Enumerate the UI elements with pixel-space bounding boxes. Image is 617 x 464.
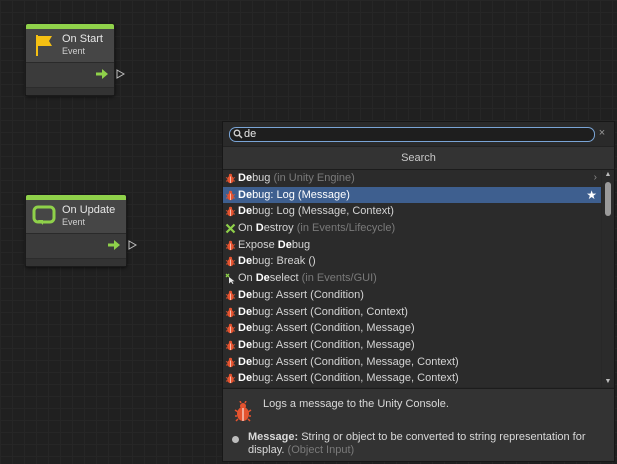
result-item[interactable]: Debug: Assert (Condition, Message) — [223, 337, 601, 354]
result-match: De — [255, 272, 270, 285]
bug-icon — [225, 357, 236, 368]
result-rest: bug: Break () — [252, 255, 316, 268]
update-loop-icon — [32, 205, 56, 225]
result-item[interactable]: Debug: Log (Message, Context) — [223, 203, 601, 220]
on-start-node[interactable]: On Start Event — [25, 23, 115, 96]
bug-icon — [225, 307, 236, 318]
result-match: De — [238, 372, 253, 385]
search-row: × — [223, 122, 614, 146]
result-match: D — [255, 222, 264, 235]
item-description: Logs a message to the Unity Console. — [263, 398, 449, 410]
result-prefix: On — [238, 272, 256, 285]
flow-out-triangle-icon[interactable] — [116, 69, 125, 79]
bug-icon — [225, 190, 236, 201]
control-output-port-icon[interactable] — [108, 240, 120, 250]
result-match: De — [238, 322, 253, 335]
flow-out-triangle-icon[interactable] — [128, 240, 137, 250]
result-match: De — [238, 338, 253, 351]
bug-icon — [225, 290, 236, 301]
result-match: De — [238, 205, 253, 218]
clear-search-icon[interactable]: × — [597, 127, 607, 140]
parameter-bullet — [232, 436, 239, 443]
result-rest: select — [269, 272, 299, 285]
result-rest: bug: Assert (Condition, Context) — [252, 305, 408, 318]
node-subtitle: Event — [62, 46, 86, 56]
results-scrollbar[interactable]: ▲ ▼ — [602, 170, 614, 387]
bug-icon — [225, 173, 236, 184]
search-input[interactable] — [244, 128, 584, 141]
favorite-star-icon[interactable]: ★ — [586, 187, 597, 204]
result-rest: bug: Log (Message) — [252, 188, 350, 201]
parameter-type: (Object Input) — [284, 444, 355, 456]
result-match: De — [238, 305, 253, 318]
detail-pane: Logs a message to the Unity Console. Mes… — [223, 388, 614, 461]
node-body — [26, 63, 114, 87]
bug-icon — [225, 206, 236, 217]
result-rest: bug — [252, 172, 271, 184]
result-match: De — [238, 172, 253, 184]
result-match: De — [238, 288, 253, 301]
result-hint: (in Unity Engine) — [270, 172, 355, 184]
result-prefix: Expose — [238, 238, 278, 251]
result-rest: bug — [291, 238, 311, 251]
bug-icon — [225, 256, 236, 267]
bug-icon — [234, 401, 252, 422]
result-item[interactable]: Debug: Assert (Condition, Message) — [223, 320, 601, 337]
node-header[interactable]: On Start Event — [26, 29, 114, 63]
result-item[interactable]: Expose Debug — [223, 237, 601, 254]
bug-icon — [225, 323, 236, 334]
result-item[interactable]: On Deselect (in Events/GUI) — [223, 270, 601, 287]
results-header: Search — [223, 146, 614, 170]
result-item[interactable]: On Destroy (in Events/Lifecycle) — [223, 220, 601, 237]
on-update-node[interactable]: On Update Event — [25, 194, 127, 267]
search-box[interactable] — [229, 127, 595, 142]
result-match: De — [277, 238, 292, 251]
result-prefix: On — [238, 222, 256, 235]
result-rest: bug: Assert (Condition, Message) — [252, 338, 415, 351]
result-item[interactable]: Debug (in Unity Engine) › — [223, 170, 601, 187]
scroll-up-icon[interactable]: ▲ — [602, 170, 614, 180]
bug-icon — [225, 373, 236, 384]
result-rest: bug: Assert (Condition, Message) — [252, 322, 415, 335]
result-hint: (in Events/Lifecycle) — [293, 222, 396, 235]
bug-icon — [225, 340, 236, 351]
chevron-right-icon[interactable]: › — [594, 170, 597, 187]
lifecycle-icon — [225, 223, 236, 234]
parameter-description: Message: String or object to be converte… — [248, 431, 608, 457]
results-list: Debug (in Unity Engine) › Debug: Log (Mess… — [223, 170, 601, 387]
result-item[interactable]: Debug: Assert (Condition) — [223, 287, 601, 304]
result-rest: estroy — [263, 222, 294, 235]
result-rest: bug: Assert (Condition, Message, Context… — [252, 355, 459, 368]
scrollbar-thumb[interactable] — [605, 182, 611, 216]
result-item[interactable]: Debug: Assert (Condition, Message, Conte… — [223, 354, 601, 371]
node-footer — [26, 87, 114, 95]
result-item[interactable]: Debug: Assert (Condition, Context) — [223, 304, 601, 321]
result-match: De — [238, 255, 253, 268]
parameter-name: Message: — [248, 431, 299, 443]
flag-icon — [36, 35, 52, 56]
result-rest: bug: Log (Message, Context) — [252, 205, 394, 218]
bug-icon — [225, 240, 236, 251]
node-subtitle: Event — [62, 217, 86, 227]
result-hint: (in Events/GUI) — [298, 272, 377, 285]
control-output-port-icon[interactable] — [96, 69, 108, 79]
node-footer — [26, 258, 126, 266]
result-match: De — [238, 188, 253, 201]
node-body — [26, 234, 126, 258]
result-rest: bug: Assert (Condition) — [252, 288, 364, 301]
search-icon — [233, 129, 243, 139]
result-item[interactable]: Debug: Log (Message) ★ — [223, 186, 601, 204]
result-match: De — [238, 355, 253, 368]
node-title: On Update — [62, 204, 116, 216]
gui-event-icon — [225, 273, 236, 285]
scroll-down-icon[interactable]: ▼ — [602, 377, 614, 387]
node-header[interactable]: On Update Event — [26, 200, 126, 234]
node-title: On Start — [62, 33, 103, 45]
result-rest: bug: Assert (Condition, Message, Context… — [252, 372, 459, 385]
result-item[interactable]: Debug: Break () — [223, 253, 601, 270]
fuzzy-finder-panel: × Search Debug (in Unity Engine)›Debug: … — [222, 121, 615, 462]
result-item[interactable]: Debug: Assert (Condition, Message, Conte… — [223, 370, 601, 387]
